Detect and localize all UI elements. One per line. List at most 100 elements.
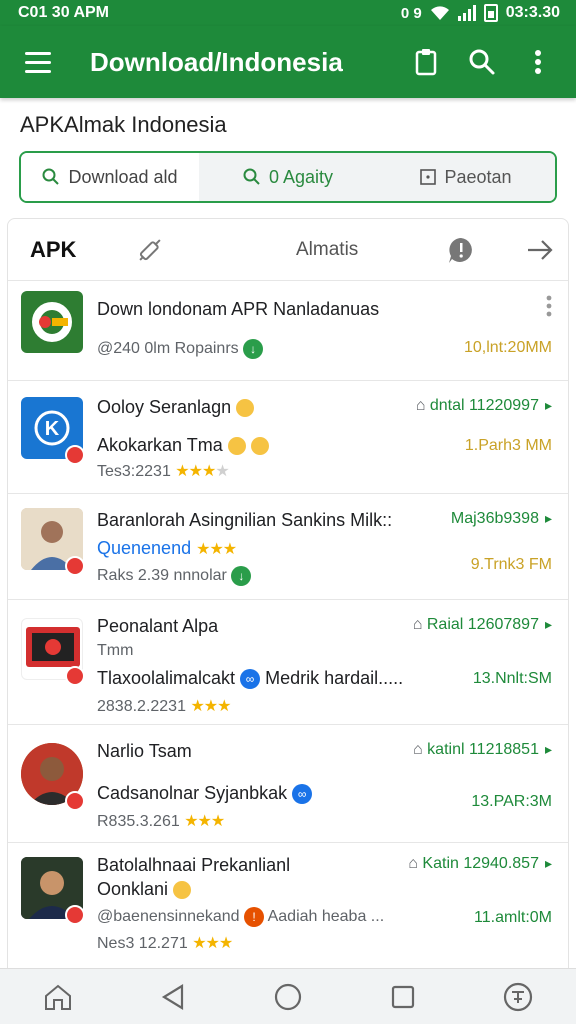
app-title: Peonalant Alpa [97, 616, 219, 636]
rating-stars: ★★★ [192, 935, 233, 952]
tab-almatis[interactable]: Almatis [296, 239, 416, 261]
arrow-icon: ▸ [544, 510, 552, 526]
status-clock: 03:3.30 [505, 4, 560, 21]
app-sub: Tmm [97, 642, 134, 659]
app-sub: Oonklani [97, 879, 169, 899]
app-title: Download/Indonesia [90, 46, 343, 77]
card-tab-row: APK Almatis [8, 219, 568, 281]
clipboard-icon[interactable] [402, 38, 450, 86]
building-icon: ⌂ [415, 397, 426, 414]
status-icons: 0 9 03:3.30 [401, 4, 560, 22]
app-downloads: Maj36b9398 [450, 510, 539, 527]
more-vertical-icon[interactable] [546, 295, 552, 317]
emoji-icon [250, 437, 269, 456]
recents-icon[interactable] [379, 973, 427, 1021]
search-tab-agaity[interactable]: 0 Agaity [199, 153, 377, 201]
search-tab-label: 0 Agaity [268, 166, 334, 187]
section-title: APKAlmak Indonesia [20, 112, 227, 137]
app-avatar [21, 743, 85, 811]
badge-icon [65, 791, 85, 811]
rating-stars: ★★★ [190, 698, 231, 715]
hamburger-icon[interactable] [14, 37, 64, 87]
app-icon-red [21, 618, 85, 686]
badge-icon [65, 666, 85, 686]
list-item[interactable]: Batolalhnaai Prekanlianl Oonklani @baene… [8, 843, 568, 977]
battery-icon [483, 4, 498, 22]
app-meta: Nes3 12.271 [97, 935, 188, 952]
badge-icon [65, 556, 85, 576]
app-sub: Quenenend [97, 538, 192, 558]
app-icon-g [21, 291, 83, 353]
app-downloads: katinl 11218851 [427, 741, 539, 758]
app-third: Tlaxoolalimalcakt [97, 668, 236, 688]
syringe-icon[interactable] [134, 234, 166, 266]
search-tab-paeotan[interactable]: Paeotan [377, 153, 555, 201]
system-nav-bar [0, 968, 576, 1024]
search-icon[interactable] [458, 38, 506, 86]
home-circle-icon[interactable] [264, 973, 312, 1021]
wifi-icon [430, 6, 449, 20]
search-icon [243, 168, 260, 185]
tab-apk[interactable]: APK [30, 237, 134, 263]
more-vertical-icon[interactable] [514, 38, 562, 86]
arrow-icon: ▸ [544, 741, 552, 757]
emoji-icon [227, 437, 246, 456]
status-right-text: 0 9 [400, 4, 422, 22]
app-avatar [21, 857, 85, 925]
search-icon [42, 168, 60, 185]
app-meta: R835.3.261 [97, 813, 180, 830]
building-icon: ⌂ [413, 741, 423, 758]
badge-icon [65, 445, 85, 465]
status-time: C01 30 APM [18, 4, 109, 21]
app-downloads: Raial 12607897 [426, 616, 539, 633]
app-size: 1.Parh3 MM [464, 437, 552, 454]
info-circle-icon: ∞ [240, 669, 261, 690]
square-icon [420, 169, 437, 185]
list-item[interactable]: Baranlorah Asingnilian Sankins Milk:: Qu… [8, 494, 568, 600]
arrow-icon: ▸ [544, 616, 552, 632]
app-title: Batolalhnaai Prekanlianl [97, 855, 291, 875]
emoji-icon [236, 399, 255, 418]
app-downloads: dntal 11220997 [429, 397, 539, 414]
app-downloads: Katin 12940.857 [422, 855, 539, 872]
app-bar: Download/Indonesia [0, 26, 576, 98]
assistant-icon[interactable] [494, 973, 542, 1021]
app-title: Baranlorah Asingnilian Sankins Milk:: [97, 510, 393, 530]
app-avatar [21, 508, 85, 576]
app-title: Ooloy Seranlagn [97, 397, 232, 417]
arrow-icon: ▸ [544, 855, 552, 871]
info-circle-icon: ∞ [292, 784, 313, 805]
building-icon: ⌂ [408, 855, 418, 872]
app-meta: Raks 2.39 nnnolar [97, 567, 227, 585]
app-size: 9.Trnk3 FM [470, 556, 552, 573]
search-tab-download[interactable]: Download ald [21, 153, 199, 201]
list-item[interactable]: Peonalant Alpa Tmm Tlaxoolalimalcakt ∞ M… [8, 600, 568, 725]
alert-bubble-icon[interactable] [446, 235, 476, 265]
rating-stars: ★★★ [196, 541, 237, 558]
arrow-right-icon[interactable] [526, 239, 554, 261]
list-item[interactable]: K Ooloy Seranlagn Akokarkan Tma Tes3:223… [8, 381, 568, 494]
app-sub: @240 0lm Ropainrs [97, 340, 239, 358]
list-item[interactable]: Narlio Tsam Cadsanolnar Syjanbkak ∞ R835… [8, 725, 568, 843]
app-size: 10,lnt:20MM [463, 339, 552, 356]
alert-circle-icon: ! [244, 907, 265, 927]
app-size: 11.amlt:0M [474, 909, 552, 926]
app-title: Down londonam APR Nanladanuas [97, 299, 380, 319]
app-third: @baenensinnekand [97, 908, 240, 926]
list-item[interactable]: Down londonam APR Nanladanuas @240 0lm R… [8, 281, 568, 381]
app-sub: Akokarkan Tma [97, 435, 223, 455]
status-bar: C01 30 APM 0 9 03:3.30 [0, 0, 576, 26]
svg-text:K: K [45, 418, 60, 440]
search-tab-label: Download ald [68, 166, 178, 187]
app-size: 13.Nnlt:SM [472, 670, 552, 687]
home-icon[interactable] [34, 973, 82, 1021]
download-circle-icon: ↓ [231, 566, 252, 586]
app-meta: 2838.2.2231 [97, 698, 186, 715]
back-icon[interactable] [149, 973, 197, 1021]
app-sub: Cadsanolnar Syjanbkak [97, 783, 288, 803]
app-size: 13.PAR:3M [471, 793, 552, 810]
building-icon: ⌂ [412, 616, 423, 633]
signal-icon [457, 5, 476, 21]
search-tabs: Download ald 0 Agaity Paeotan [19, 151, 557, 203]
app-third-b: Medrik hardail..... [265, 668, 404, 688]
